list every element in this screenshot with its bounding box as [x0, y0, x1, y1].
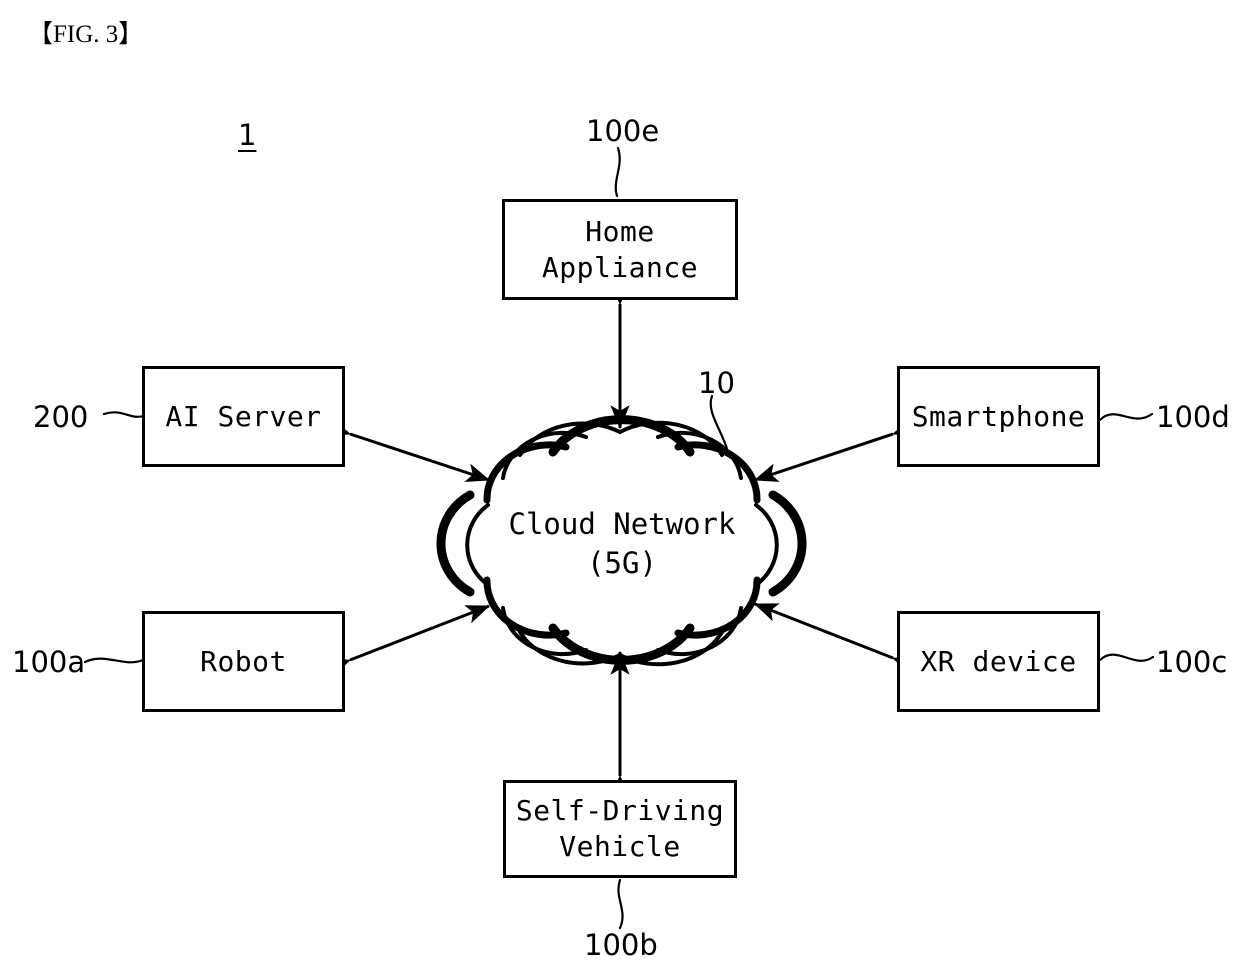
connector-smartphone-cloud [753, 417, 918, 482]
patent-figure: 【FIG. 3】 1 Cloud Network (5G) 10 Home Ap… [0, 0, 1240, 977]
node-robot-label: Robot [200, 644, 287, 678]
ref-number-100e: 100e [586, 114, 660, 148]
ref-number-100c: 100c [1156, 645, 1228, 679]
node-xr-device[interactable]: XR device [897, 611, 1100, 712]
ref-number-200: 200 [33, 400, 89, 434]
ref-number-100a: 100a [12, 645, 86, 679]
node-ai-server-label: AI Server [165, 399, 322, 433]
leader-line-100a [83, 657, 145, 664]
node-ai-server[interactable]: AI Server [142, 366, 345, 467]
node-smartphone-label: Smartphone [911, 399, 1086, 433]
node-smartphone[interactable]: Smartphone [897, 366, 1100, 467]
leader-line-100e [614, 146, 621, 198]
cloud-network-shape [436, 415, 807, 667]
leader-line-100b [617, 878, 624, 930]
leader-line-100c [1098, 653, 1155, 662]
node-xr-device-label: XR device [920, 644, 1077, 678]
node-self-driving-vehicle[interactable]: Self-Driving Vehicle [503, 780, 737, 878]
ref-number-cloud-10: 10 [698, 366, 735, 400]
leader-line-100d [1098, 412, 1154, 422]
ref-number-100b: 100b [584, 928, 658, 962]
node-home-appliance[interactable]: Home Appliance [502, 199, 738, 300]
node-self-driving-vehicle-label: Self-Driving Vehicle [515, 794, 725, 863]
connector-robot-cloud [325, 604, 491, 678]
node-robot[interactable]: Robot [142, 611, 345, 712]
connector-xr-device-cloud [753, 602, 918, 676]
ref-number-100d: 100d [1156, 400, 1230, 434]
connector-ai-server-cloud [325, 417, 491, 482]
node-home-appliance-label: Home Appliance [541, 214, 699, 284]
leader-line-200 [102, 411, 145, 418]
